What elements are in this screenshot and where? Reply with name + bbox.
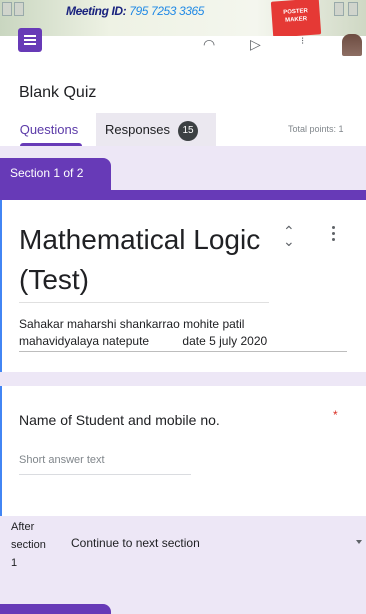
next-section-label: [0, 604, 111, 614]
forms-icon[interactable]: [18, 28, 42, 52]
poster-maker-logo: POSTER MAKER: [270, 0, 322, 38]
required-asterisk: *: [333, 408, 338, 422]
section-header-card[interactable]: Mathematical Logic (Test) ⌃ ⌄ Sahakar mah…: [0, 200, 366, 372]
banner-tile: [2, 2, 12, 16]
send-icon[interactable]: ▷: [250, 36, 261, 53]
avatar[interactable]: [342, 34, 362, 56]
meeting-id-text: Meeting ID: 795 7253 3365: [66, 4, 205, 18]
section-description[interactable]: Sahakar maharshi shankarrao mohite patil…: [19, 316, 267, 350]
tab-questions[interactable]: Questions: [10, 113, 88, 146]
form-title[interactable]: Blank Quiz: [19, 84, 96, 102]
banner-tile: [348, 2, 358, 16]
banner-tile: [14, 2, 24, 16]
section-title[interactable]: Mathematical Logic (Test): [19, 220, 269, 300]
divider: [19, 351, 347, 352]
form-header: Blank Quiz Questions Responses 15 Total p…: [0, 66, 366, 146]
short-answer-placeholder: Short answer text: [19, 454, 105, 466]
focus-edge: [0, 200, 2, 372]
total-points: Total points: 1: [288, 124, 344, 134]
responses-count-badge: 15: [178, 121, 199, 141]
section-accent-bar: [0, 190, 366, 200]
collapse-icon[interactable]: ⌃ ⌄: [283, 224, 295, 248]
more-vert-icon[interactable]: ⁝: [301, 36, 304, 47]
tab-responses[interactable]: Responses 15: [96, 113, 216, 146]
after-section-label: After section 1: [11, 521, 46, 569]
question-title[interactable]: Name of Student and mobile no.: [19, 412, 220, 428]
palette-icon[interactable]: ◠: [203, 36, 215, 53]
dropdown-arrow-icon[interactable]: [356, 540, 362, 544]
after-section-select[interactable]: Continue to next section: [71, 536, 200, 550]
divider: [19, 302, 269, 303]
meeting-banner: Meeting ID: 795 7253 3365 POSTER MAKER: [0, 0, 366, 38]
app-bar: ◠ ▷ ⁝: [0, 36, 366, 66]
banner-tile: [334, 2, 344, 16]
answer-underline: [19, 474, 191, 475]
section-label: Section 1 of 2: [0, 158, 111, 191]
focus-edge: [0, 386, 2, 516]
question-card[interactable]: Name of Student and mobile no. * Short a…: [0, 386, 366, 516]
section-more-icon[interactable]: [332, 226, 338, 244]
